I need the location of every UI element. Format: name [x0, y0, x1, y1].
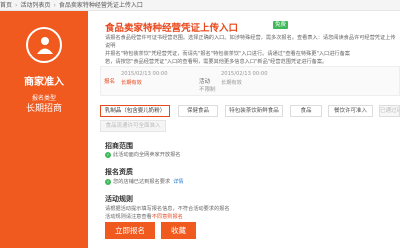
activity-validity: 长期有效	[221, 80, 242, 86]
breadcrumb-activity-list[interactable]: 活动列表页	[20, 0, 50, 10]
tab-health-food[interactable]: 保健食品	[178, 105, 218, 117]
time-bar: 报名 2015/02/13 00:00 长期有效 活动 不限制 2015/02/…	[100, 66, 400, 96]
rules-text: 请根据活动提示填写报名信息，不符合活动要求的报名	[105, 206, 230, 212]
breadcrumb-separator: ›	[15, 2, 18, 9]
tab-packaged-tea[interactable]: 特包装茶饮新鲜食品	[225, 105, 283, 117]
check-icon: ✓	[105, 151, 111, 158]
category-tabs: 乳制品（包含婴儿奶粉） 保健食品 特包装茶饮新鲜食品 食品 餐饮许可准入 已通过…	[100, 105, 400, 121]
sidebar-panel: 商家准入 报名类型 长期招商	[0, 11, 88, 248]
activity-status: 不限制	[199, 87, 216, 93]
page-title: 食品卖家特种经营凭证上传入口	[105, 23, 239, 34]
scope-title: 招商范围	[105, 142, 133, 150]
tab-dairy[interactable]: 乳制品（包含婴儿奶粉）	[100, 105, 170, 117]
favorite-button[interactable]: 收藏	[161, 222, 196, 239]
rules-title: 活动规则	[105, 195, 133, 203]
scope-text: ✓ 此活动面向全网卖家开放报名	[105, 151, 181, 158]
signup-time-label: 报名	[104, 79, 116, 85]
signup-time: 2015/02/13 00:00	[121, 71, 168, 77]
signup-validity: 长期有效	[121, 80, 142, 86]
qualification-text: ✓ 您的店铺已达到报名要求 详情	[105, 178, 184, 185]
breadcrumb-current: 食品卖家特种经营凭证上传入口	[58, 2, 143, 9]
tab-catering[interactable]: 餐饮许可准入	[328, 105, 373, 117]
breadcrumb: 首页 › 活动列表页 › 食品卖家特种经营凭证上传入口	[0, 0, 400, 11]
tab-food[interactable]: 食品	[290, 105, 322, 117]
description-line: 若，请按您"食品经营凭证"入口的查看明，需要其他更多信息入口"新品"经营范围凭证…	[105, 59, 328, 65]
breadcrumb-home[interactable]: 首页	[0, 0, 12, 10]
activity-time: 2015/02/13 00:00	[221, 71, 268, 77]
tab-approved[interactable]: 已通过审	[379, 105, 400, 117]
tab-food-circulation[interactable]: 食品流通许可全面准入	[100, 120, 166, 132]
description: 请报名食品经营许可证书经营范围。选择正确的入口。如涉特殊经营，需多次报名。查看表…	[105, 34, 397, 66]
signup-now-button[interactable]: 立即报名	[105, 222, 155, 239]
status-badge: 免费	[273, 21, 289, 29]
sidebar-title: 商家准入	[24, 77, 64, 88]
check-icon: ✓	[105, 178, 111, 185]
rules-link[interactable]: 不同意则报名	[152, 214, 183, 220]
activity-time-label: 活动	[199, 79, 211, 85]
signup-type-value: 长期招商	[25, 104, 62, 114]
description-line: 请报名食品经营许可证书经营范围。选择正确的入口。如涉特殊经营，需多次报名。查看表…	[105, 35, 396, 49]
merchant-user-icon	[26, 27, 62, 63]
breadcrumb-separator: ›	[53, 2, 56, 9]
description-line: 并报名"特包装茶饮"凭经营凭证，而请先"报名"特包装茶饮"入口进行。请通过"查看…	[105, 51, 350, 57]
rules-text: 活动规则请注意查看不同意则报名	[105, 214, 183, 220]
qualification-title: 报名资质	[105, 168, 133, 176]
qualification-details-link[interactable]: 详情	[173, 179, 183, 185]
